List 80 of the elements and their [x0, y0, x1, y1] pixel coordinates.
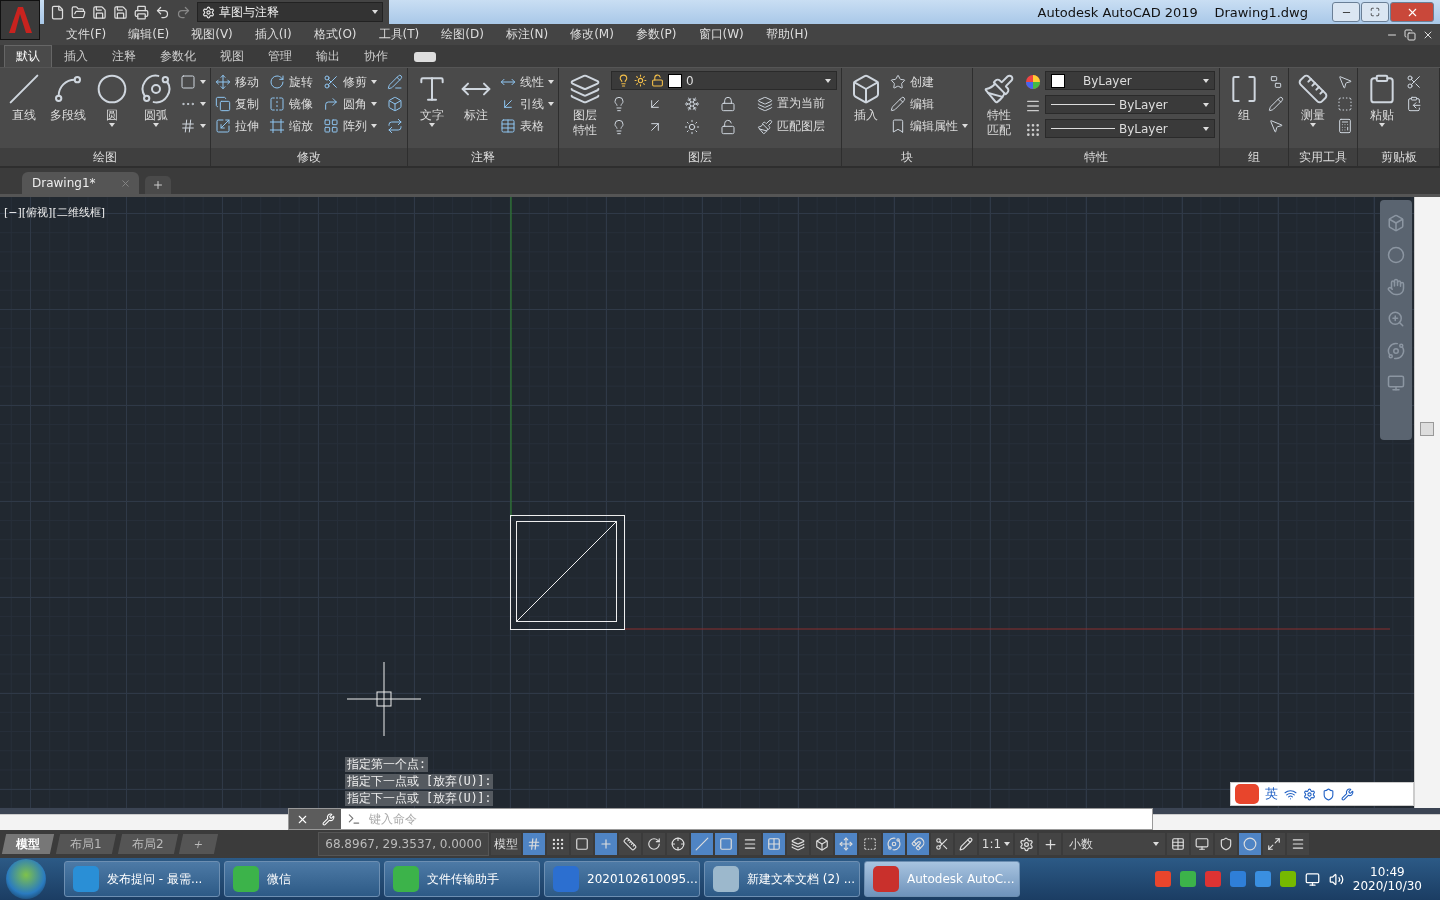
ribbon-tool-button[interactable]: 线性	[500, 73, 554, 91]
menu-item[interactable]: 参数(P)	[624, 26, 688, 43]
ribbon-tool-button[interactable]: 创建	[890, 73, 968, 91]
menu-item[interactable]: 帮助(H)	[754, 26, 820, 43]
panel-title[interactable]: 绘图	[0, 148, 210, 166]
panel-title[interactable]: 图层	[559, 148, 841, 166]
ribbon-tab[interactable]: 默认	[4, 45, 52, 67]
ribbon-tool-button[interactable]: 粘贴	[1362, 71, 1402, 148]
ribbon-tool-button[interactable]: 编辑	[890, 95, 968, 113]
ribbon-tool-button[interactable]: 表格	[500, 117, 554, 135]
ribbon-tool-button[interactable]: 文字	[412, 71, 452, 148]
ribbon-tool-button[interactable]: 圆弧	[136, 71, 176, 148]
window-title: Autodesk AutoCAD 2019 Drawing1.dwg	[1037, 4, 1308, 20]
layout-tab[interactable]: 布局2	[117, 834, 178, 854]
ribbon-tool-button[interactable]: 特性匹配	[977, 71, 1021, 148]
coordinates-readout: 68.8967, 29.3537, 0.0000	[318, 832, 489, 856]
ribbon-tool-button[interactable]: 旋转	[269, 73, 313, 91]
layout-tab[interactable]: 布局1	[55, 834, 116, 854]
ribbon-tool-button[interactable]: 图层特性	[563, 71, 607, 148]
clock[interactable]: 10:49 2020/10/30	[1352, 865, 1422, 893]
menu-item[interactable]: 工具(T)	[367, 26, 431, 43]
menu-item[interactable]: 绘图(D)	[430, 26, 495, 43]
taskbar-item[interactable]: 发布提问 - 最需...	[64, 861, 220, 897]
annotation-scale-button[interactable]: 1:1	[978, 833, 1014, 855]
workspace-dropdown[interactable]: 草图与注释	[197, 2, 383, 22]
taskbar-item[interactable]: 2020102610095...	[544, 861, 700, 897]
ribbon-tab[interactable]: 管理	[256, 45, 304, 67]
ribbon-tool-button[interactable]: 圆	[92, 71, 132, 148]
menu-item[interactable]: 插入(I)	[243, 26, 303, 43]
document-tab[interactable]: Drawing1*	[22, 172, 139, 194]
ribbon-tool-button[interactable]: 直线	[4, 71, 44, 148]
ribbon-tool-button[interactable]: 编辑属性	[890, 117, 968, 135]
panel-title[interactable]: 组	[1220, 148, 1288, 166]
viewport-label[interactable]: [−][俯视][二维线框]	[4, 205, 105, 220]
ribbon-tab[interactable]: 注释	[100, 45, 148, 67]
ribbon-tool-button[interactable]: 修剪	[323, 73, 377, 91]
ribbon-tool-button[interactable]: 引线	[500, 95, 554, 113]
panel-title[interactable]: 注释	[408, 148, 558, 166]
menu-item[interactable]: 标注(N)	[494, 26, 560, 43]
taskbar-item[interactable]: 新建文本文档 (2) ...	[704, 861, 860, 897]
ribbon-tool-button[interactable]: 置为当前	[756, 95, 837, 112]
ribbon-tool-button[interactable]: 插入	[846, 71, 886, 148]
ribbon-tool-button[interactable]: 复制	[215, 95, 259, 113]
ribbon-tab[interactable]: 视图	[208, 45, 256, 67]
units-dropdown[interactable]: 小数	[1063, 833, 1166, 855]
panel-title[interactable]: 修改	[211, 148, 407, 166]
panel-title[interactable]: 块	[842, 148, 972, 166]
menu-item[interactable]: 文件(F)	[55, 26, 118, 43]
model-space-button[interactable]: 模型	[490, 833, 521, 855]
ribbon-tool-button[interactable]: 匹配图层	[756, 118, 837, 135]
menu-item[interactable]: 编辑(E)	[117, 26, 181, 43]
ribbon-tool-button[interactable]: 阵列	[323, 117, 377, 135]
taskbar-item[interactable]: 文件传输助手	[384, 861, 540, 897]
ribbon-tool-button[interactable]: 拉伸	[215, 117, 259, 135]
ribbon-tool-button[interactable]: 缩放	[269, 117, 313, 135]
ribbon-tab[interactable]: 输出	[304, 45, 352, 67]
ribbon-tool-button[interactable]: 多段线	[48, 71, 88, 148]
panel-title[interactable]: 剪贴板	[1358, 148, 1439, 166]
menu-item[interactable]: 格式(O)	[302, 26, 368, 43]
menu-item[interactable]: 视图(V)	[180, 26, 244, 43]
ribbon-tab[interactable]: 协作	[352, 45, 400, 67]
ribbon-tool-button[interactable]: 镜像	[269, 95, 313, 113]
property-dropdown[interactable]: ByLayer	[1045, 71, 1215, 90]
ribbon-tab[interactable]: 插入	[52, 45, 100, 67]
taskbar-item[interactable]: 微信	[224, 861, 380, 897]
property-dropdown[interactable]: ByLayer	[1045, 95, 1215, 114]
menu-item[interactable]: 修改(M)	[559, 26, 625, 43]
ribbon-tool-button[interactable]: 移动	[215, 73, 259, 91]
ribbon-tool-button[interactable]: 圆角	[323, 95, 377, 113]
menu-item[interactable]: 窗口(W)	[687, 26, 755, 43]
property-dropdown[interactable]: ByLayer	[1045, 119, 1215, 138]
panel-title[interactable]: 实用工具	[1289, 148, 1357, 166]
ime-mode[interactable]: 英	[1265, 785, 1278, 803]
ribbon-tool-button[interactable]: 标注	[456, 71, 496, 148]
ribbon-tool-button[interactable]: 测量	[1293, 71, 1333, 148]
layer-dropdown[interactable]: 0	[611, 71, 837, 90]
layout-tab[interactable]: 模型	[1, 834, 55, 854]
ribbon-tab[interactable]: 参数化	[148, 45, 208, 67]
panel-title[interactable]: 特性	[973, 148, 1219, 166]
ribbon-tool-button[interactable]: 组	[1224, 71, 1264, 148]
